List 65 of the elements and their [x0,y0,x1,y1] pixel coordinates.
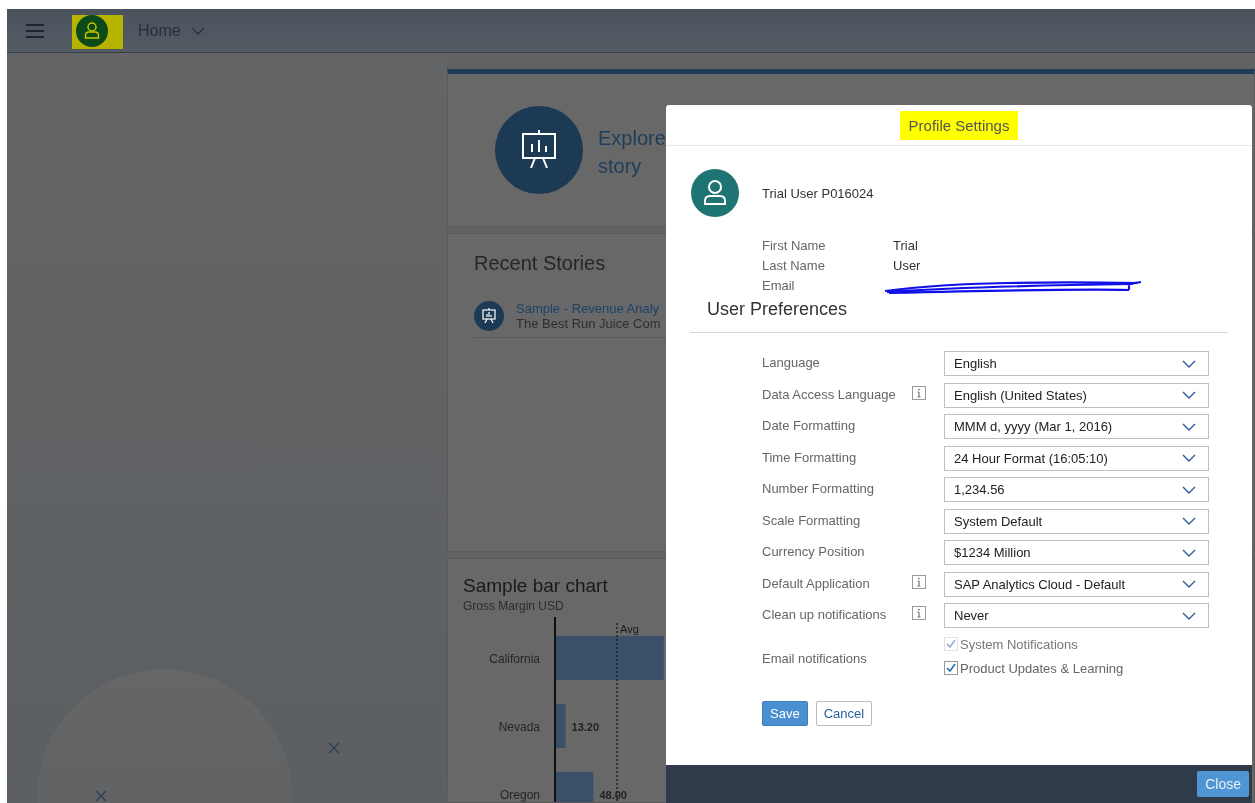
preference-label: Number Formatting [762,480,875,496]
x-mark-icon [328,742,340,754]
preference-label: Time Formatting [762,448,858,465]
chart-subtitle: Gross Margin USD [463,599,564,613]
bar [555,704,566,748]
chevron-down-icon [1182,422,1196,431]
chevron-down-icon [1182,454,1196,462]
dropdown[interactable]: System Default [944,508,1209,534]
preference-label: Language [762,354,821,370]
info-icon[interactable] [912,385,926,400]
chevron-down-icon [1182,517,1196,525]
field-label: Email [762,277,796,295]
field-value: User [893,257,922,275]
explore-title: Explore [598,126,666,151]
user-name: Trial User P016024 [762,185,874,201]
checkbox-label: System Notifications [960,636,1078,652]
dropdown[interactable]: MMM d, yyyy (Mar 1, 2016) [944,414,1209,439]
category-label: California [489,652,540,666]
user-avatar-icon [691,169,739,217]
dropdown[interactable]: SAP Analytics Cloud - Default [944,571,1209,597]
chevron-down-icon [1182,548,1196,557]
category-label: Oregon [499,788,540,802]
chevron-down-icon [1182,580,1196,588]
value-label: 13.20 [571,721,600,733]
info-icon[interactable] [912,574,926,589]
bar [555,772,594,802]
dropdown[interactable]: 1,234.56 [944,477,1209,502]
dropdown[interactable]: 24 Hour Format (16:05:10) [944,445,1209,471]
chart-title: Sample bar chart [463,575,608,597]
presentation-chart-icon [495,106,583,194]
preference-label: Default Application [762,574,871,591]
chevron-down-icon [1182,359,1196,368]
chevron-down-icon [1182,391,1196,399]
story-description: The Best Run Juice Com [516,316,661,331]
value-label: 48.00 [599,789,627,801]
x-mark-icon [95,790,107,802]
story-icon [474,301,504,331]
caret-icon [190,26,205,35]
explore-title: story [598,154,643,179]
menu-icon[interactable] [26,23,44,38]
chevron-down-icon [1182,485,1196,494]
field-label: Last Name [762,257,826,275]
preference-label: Date Formatting [762,417,857,433]
field-value: Trial [893,237,919,255]
preference-label: Clean up notifications [762,606,888,622]
checkbox[interactable] [944,661,958,675]
info-icon[interactable] [912,606,926,620]
average-label: Avg [620,623,639,635]
card-title: Recent Stories [474,252,606,275]
category-label: Nevada [498,720,540,734]
dropdown[interactable]: English [944,351,1209,376]
field-label: First Name [762,237,827,255]
dropdown[interactable]: Never [944,603,1209,628]
user-avatar-icon[interactable] [76,14,108,47]
chevron-down-icon [1182,611,1196,620]
dropdown[interactable]: English (United States) [944,382,1209,408]
dialog-title: Profile Settings [899,110,1019,140]
cancel-button[interactable]: Cancel [815,700,873,726]
preference-label: Email notifications [762,649,868,666]
dropdown[interactable]: $1234 Million [944,540,1209,565]
preference-label: Data Access Language [762,385,897,402]
section-title: User Preferences [707,299,849,320]
preference-label: Scale Formatting [762,511,862,528]
checkbox-label: Product Updates & Learning [960,660,1124,676]
preference-label: Currency Position [762,543,866,559]
